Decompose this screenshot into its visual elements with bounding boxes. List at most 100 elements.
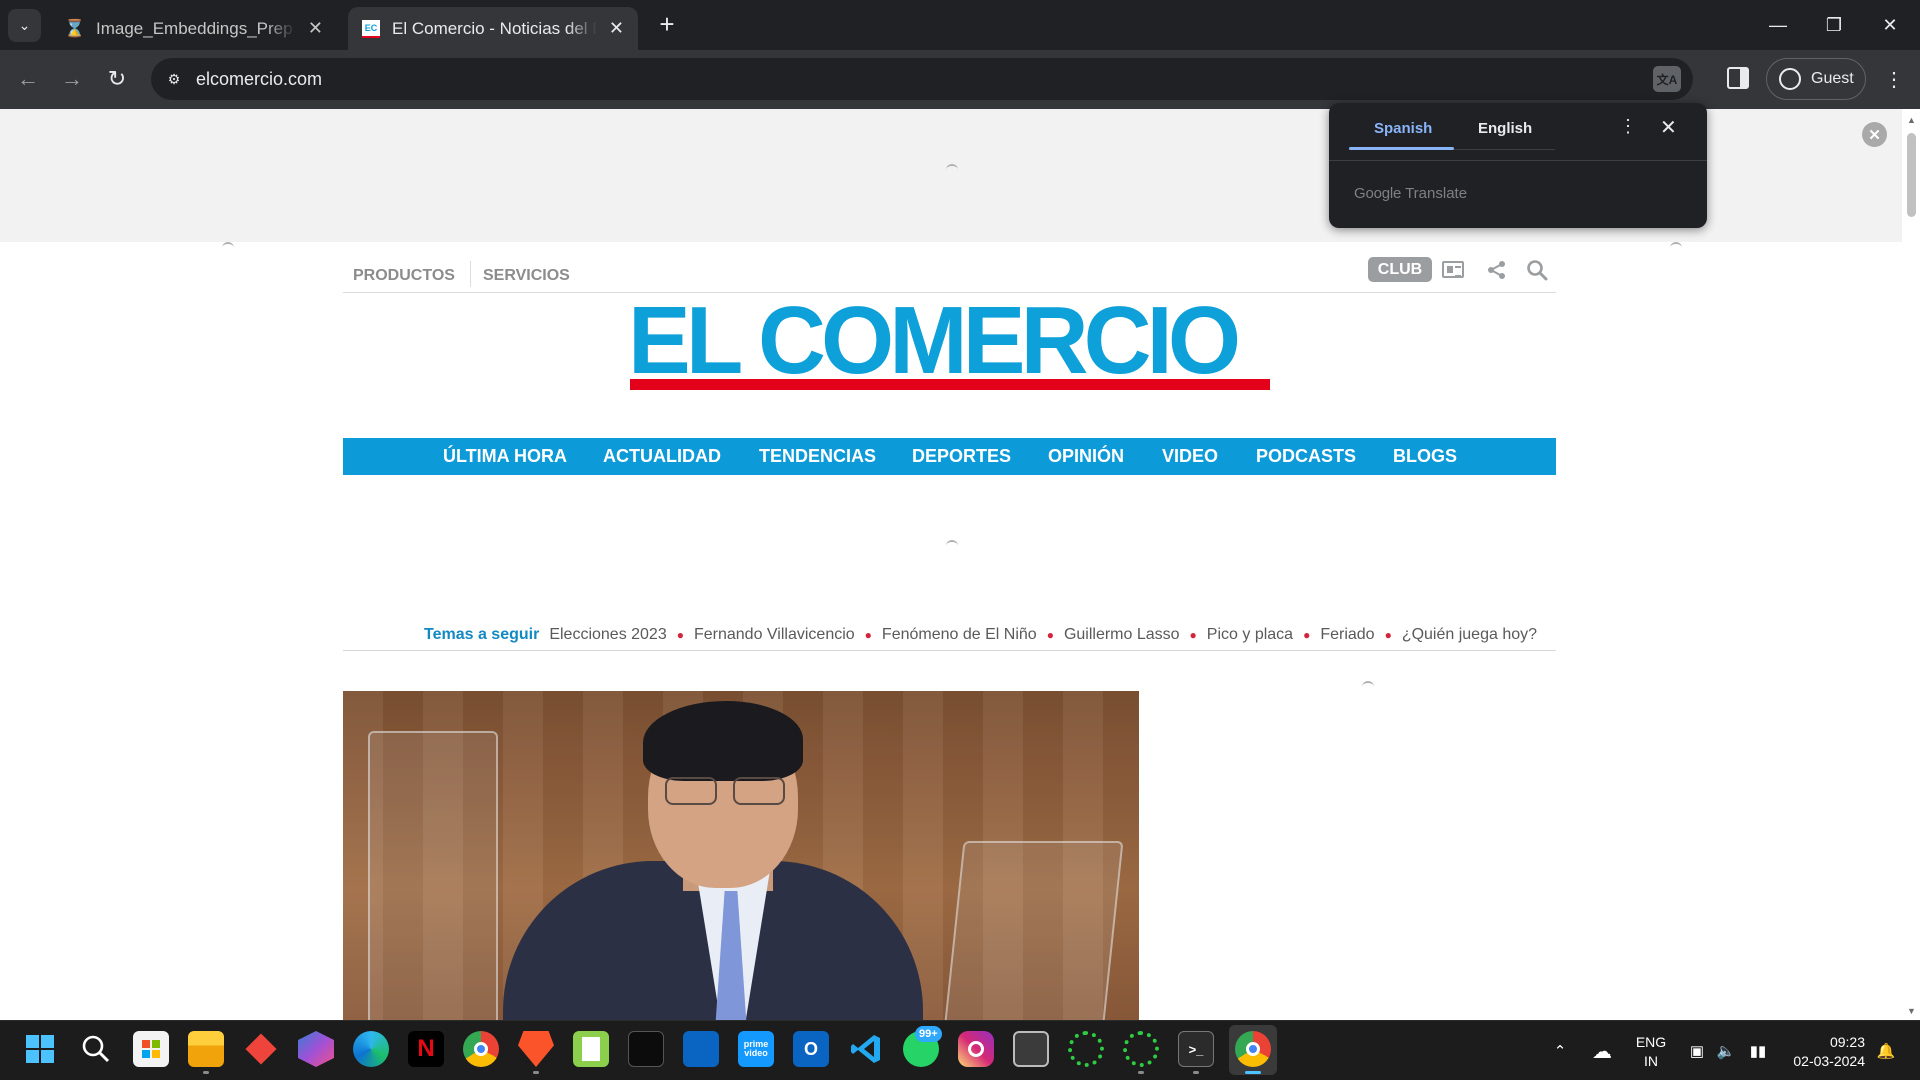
el-comercio-favicon-icon: EC [362, 19, 380, 38]
translate-label: Translate [1405, 185, 1468, 202]
browser-toolbar: ← → ↻ ⚙ elcomercio.com 文A Guest ⋮ [0, 50, 1920, 109]
new-tab-plus-icon[interactable]: + [652, 9, 682, 39]
translate-tab-spanish[interactable]: Spanish [1374, 120, 1432, 137]
clock[interactable]: 09:23 02-03-2024 [1785, 1033, 1865, 1071]
tema-link[interactable]: ¿Quién juega hoy? [1402, 626, 1537, 644]
prime-video-icon[interactable]: prime video [738, 1031, 774, 1067]
page-scrollbar[interactable]: ▲ ▼ [1902, 109, 1920, 1020]
tab-title: El Comercio - Noticias del Ecuador [392, 18, 597, 38]
forward-arrow-icon[interactable]: → [55, 62, 89, 96]
tema-link[interactable]: Fenómeno de El Niño [882, 626, 1037, 644]
microsoft-store-icon[interactable] [133, 1031, 169, 1067]
battery-icon[interactable]: ▮▮ [1744, 1021, 1772, 1080]
restore-icon[interactable]: ❐ [1806, 0, 1862, 50]
tab-title: Image_Embeddings_Prep - Jupyter [96, 18, 296, 38]
show-hidden-icons-chevron-icon[interactable]: ⌃ [1548, 1021, 1572, 1080]
outlook-icon[interactable]: O [793, 1031, 829, 1067]
scroll-down-arrow-icon[interactable]: ▼ [1907, 1006, 1916, 1016]
selected-tab-indicator [1349, 147, 1454, 150]
chrome-active-icon[interactable] [1235, 1031, 1271, 1067]
chrome-icon[interactable] [463, 1031, 499, 1067]
file-explorer-icon[interactable] [188, 1031, 224, 1067]
tema-link[interactable]: Guillermo Lasso [1064, 626, 1180, 644]
vscode-icon[interactable] [848, 1031, 884, 1067]
hero-news-photo[interactable] [343, 691, 1139, 1020]
tema-link[interactable]: Feriado [1320, 626, 1374, 644]
logo-text: EL COMERCIO [628, 287, 1241, 394]
tema-link[interactable]: Fernando Villavicencio [694, 626, 855, 644]
translate-icon[interactable]: 文A [1653, 66, 1681, 92]
club-button[interactable]: CLUB [1368, 257, 1432, 282]
scroll-thumb[interactable] [1907, 133, 1916, 217]
side-panel-icon[interactable] [1727, 67, 1749, 89]
windows-taskbar: N prime video O 99+ >_ ⌃ ☁ ENG IN ▣ 🔈 ▮▮… [0, 1020, 1920, 1080]
address-bar[interactable]: ⚙ elcomercio.com 文A [151, 58, 1693, 100]
command-prompt-icon[interactable] [628, 1031, 664, 1067]
main-nav: ÚLTIMA HORA ACTUALIDAD TENDENCIAS DEPORT… [343, 438, 1556, 475]
blue-window-app-icon[interactable] [683, 1031, 719, 1067]
minimize-icon[interactable]: — [1750, 0, 1806, 50]
tab-el-comercio[interactable]: EC El Comercio - Noticias del Ecuador ✕ [348, 7, 638, 50]
netflix-icon[interactable]: N [408, 1031, 444, 1067]
reload-icon[interactable]: ↻ [100, 62, 134, 96]
scroll-up-arrow-icon[interactable]: ▲ [1907, 115, 1916, 125]
onedrive-cloud-icon[interactable]: ☁ [1588, 1021, 1616, 1080]
tema-link[interactable]: Pico y placa [1207, 626, 1293, 644]
close-window-icon[interactable]: ✕ [1862, 0, 1918, 50]
close-tab-icon[interactable]: ✕ [609, 18, 624, 39]
instagram-icon[interactable] [958, 1031, 994, 1067]
translate-tab-english[interactable]: English [1478, 120, 1532, 137]
edge-icon[interactable] [353, 1031, 389, 1067]
search-icon[interactable] [78, 1031, 114, 1067]
loading-spinner-icon [946, 164, 958, 176]
browser-menu-icon[interactable]: ⋮ [1882, 62, 1906, 96]
notification-bell-icon[interactable]: 🔔 [1874, 1021, 1898, 1080]
tema-link[interactable]: Elecciones 2023 [549, 626, 666, 644]
loading-spinner-icon [1670, 242, 1682, 254]
nav-tendencias[interactable]: TENDENCIAS [759, 446, 876, 467]
url-text[interactable]: elcomercio.com [196, 69, 322, 90]
productos-link[interactable]: PRODUCTOS [353, 267, 455, 285]
el-comercio-logo[interactable]: EL COMERCIO [628, 291, 1272, 395]
nav-opinion[interactable]: OPINIÓN [1048, 446, 1124, 467]
close-icon[interactable]: ✕ [1660, 115, 1677, 140]
windows-start-icon[interactable] [22, 1031, 58, 1067]
terminal-icon[interactable]: >_ [1178, 1031, 1214, 1067]
profile-button[interactable]: Guest [1766, 58, 1866, 100]
nav-actualidad[interactable]: ACTUALIDAD [603, 446, 721, 467]
newspaper-icon[interactable] [1442, 261, 1464, 278]
site-info-tune-icon[interactable]: ⚙ [161, 66, 187, 92]
share-icon[interactable] [1487, 260, 1507, 280]
brave-icon[interactable] [518, 1031, 554, 1067]
volume-muted-icon[interactable]: 🔈 [1714, 1021, 1738, 1080]
copilot-icon[interactable] [298, 1031, 334, 1067]
logo-red-bar [630, 379, 1270, 390]
anydesk-icon[interactable] [243, 1031, 279, 1067]
google-translate-branding: Google Translate [1354, 185, 1467, 202]
nav-blogs[interactable]: BLOGS [1393, 446, 1457, 467]
language-indicator[interactable]: ENG IN [1632, 1033, 1670, 1071]
network-icon[interactable]: ▣ [1685, 1021, 1709, 1080]
tab-search-chevron-icon[interactable]: ⌄ [8, 9, 41, 42]
nav-video[interactable]: VIDEO [1162, 446, 1218, 467]
search-icon[interactable] [1526, 259, 1548, 281]
translate-options-icon[interactable]: ⋮ [1619, 116, 1637, 137]
running-indicator [533, 1071, 539, 1074]
servicios-link[interactable]: SERVICIOS [483, 267, 570, 285]
photo-detail [665, 777, 785, 805]
notepad-plus-plus-icon[interactable] [573, 1031, 609, 1067]
close-tab-icon[interactable]: ✕ [308, 18, 323, 39]
divider [470, 261, 471, 287]
loader-app-icon[interactable] [1068, 1031, 1104, 1067]
ad-close-icon[interactable]: ✕ [1862, 122, 1887, 147]
browser-tab-bar: ⌄ ⌛ Image_Embeddings_Prep - Jupyter ✕ EC… [0, 0, 1920, 50]
back-arrow-icon[interactable]: ← [11, 62, 45, 96]
loader-app-icon[interactable] [1123, 1031, 1159, 1067]
window-app-icon[interactable] [1013, 1031, 1049, 1067]
nav-podcasts[interactable]: PODCASTS [1256, 446, 1356, 467]
tab-jupyter[interactable]: ⌛ Image_Embeddings_Prep - Jupyter ✕ [52, 7, 337, 50]
nav-deportes[interactable]: DEPORTES [912, 446, 1011, 467]
active-indicator [1245, 1071, 1261, 1074]
running-indicator [1138, 1071, 1144, 1074]
nav-ultima-hora[interactable]: ÚLTIMA HORA [443, 446, 567, 467]
